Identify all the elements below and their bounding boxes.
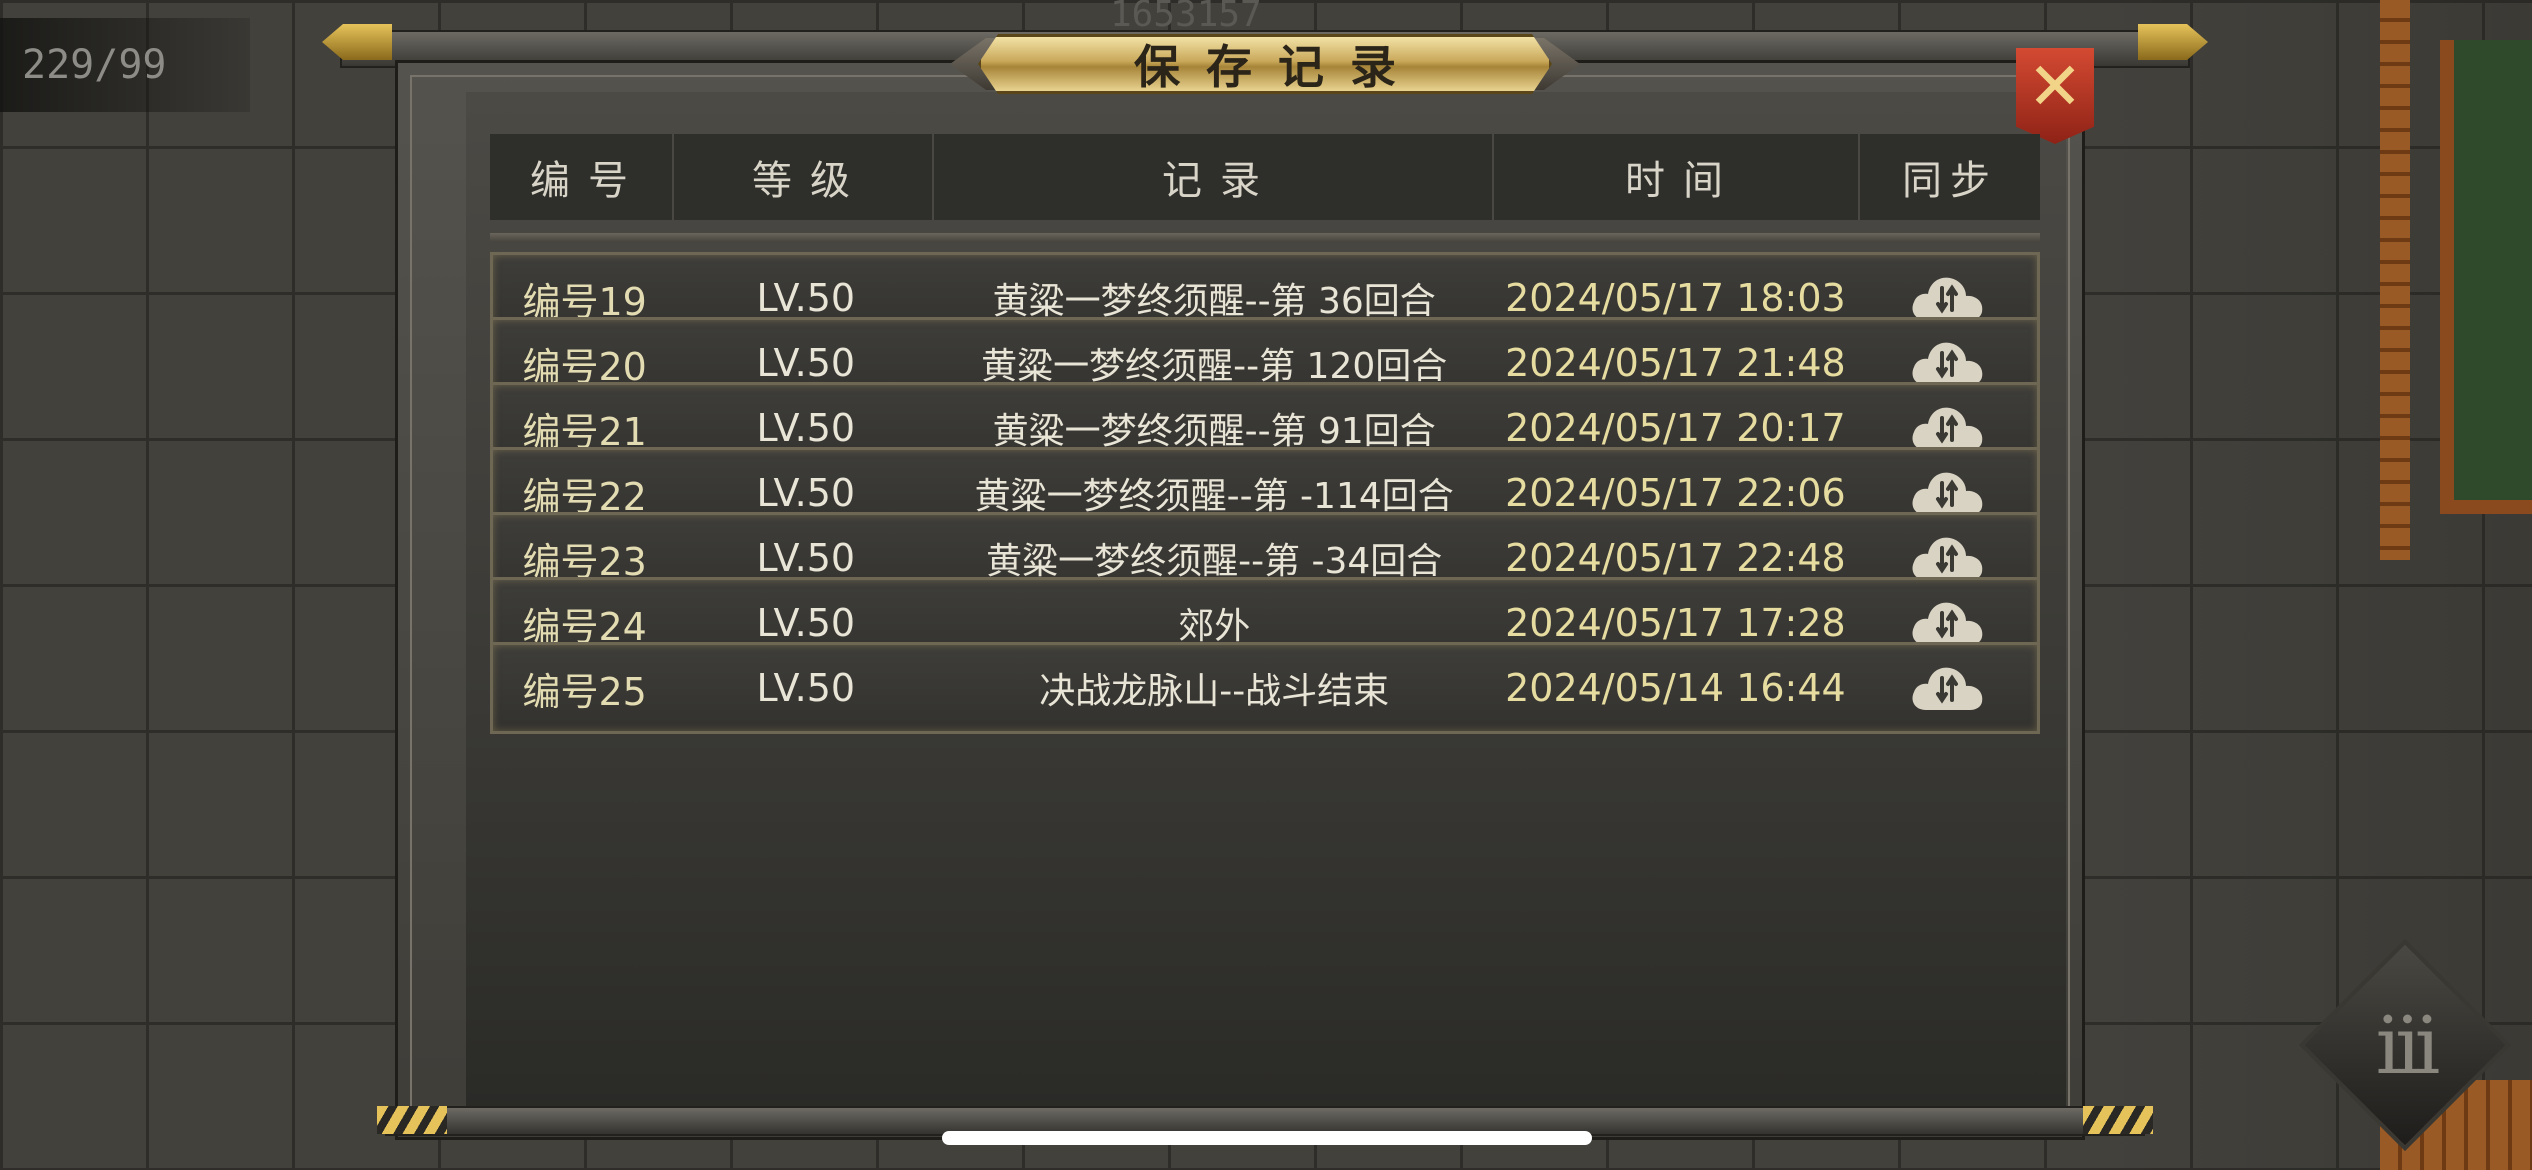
column-header-level: 等级	[674, 134, 934, 220]
column-header-id: 编号	[490, 134, 674, 220]
column-header-record: 记录	[934, 134, 1494, 220]
record-level: LV.50	[756, 666, 856, 710]
cloud-sync-icon[interactable]	[1908, 660, 1986, 716]
grass-tile	[2440, 40, 2532, 514]
close-icon: ✕	[2027, 48, 2083, 125]
plaque-plate: 保存记录	[978, 34, 1552, 94]
column-header-time: 时间	[1494, 134, 1860, 220]
save-record-row[interactable]: 编号25 LV.50 决战龙脉山--战斗结束 2024/05/14 16:44	[490, 642, 2040, 734]
save-record-list[interactable]: 编号19 LV.50 黄粱一梦终须醒--第 36回合 2024/05/17 18…	[490, 246, 2040, 930]
home-indicator[interactable]	[942, 1131, 1592, 1145]
record-id: 编号25	[522, 669, 647, 714]
dialog-title: 保存记录	[1134, 40, 1422, 94]
close-button[interactable]: ✕	[2016, 48, 2094, 144]
table-header: 编号 等级 记录 时间 同步	[490, 134, 2040, 220]
record-title: 决战龙脉山--战斗结束	[1039, 671, 1390, 712]
column-header-sync: 同步	[1902, 158, 1998, 204]
hud-counter: 229/99	[0, 18, 250, 112]
list-divider	[490, 233, 2040, 241]
menu-icon: iii	[2375, 998, 2441, 1092]
dialog-title-plaque: 保存记录	[950, 34, 1580, 94]
record-time: 2024/05/14 16:44	[1505, 666, 1846, 710]
gold-cap-left	[377, 1106, 447, 1134]
wooden-wall	[2380, 0, 2410, 560]
gold-cap-right	[2083, 1106, 2153, 1134]
